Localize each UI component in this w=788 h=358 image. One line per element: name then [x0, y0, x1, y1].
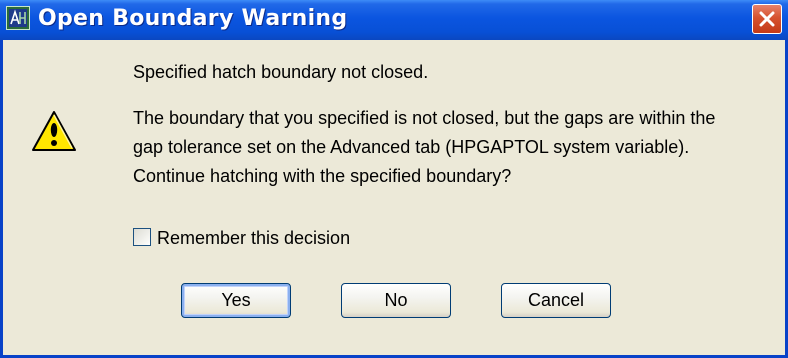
title-bar[interactable]: Open Boundary Warning	[0, 0, 788, 40]
message-heading: Specified hatch boundary not closed.	[133, 62, 429, 82]
cancel-button[interactable]: Cancel	[501, 283, 611, 318]
close-icon	[759, 11, 775, 27]
window-title: Open Boundary Warning	[38, 6, 348, 31]
dialog-window: Open Boundary Warning Specified hatch bo…	[0, 0, 788, 358]
close-button[interactable]	[752, 4, 782, 34]
remember-decision-checkbox[interactable]	[133, 228, 151, 246]
autocad-app-icon	[6, 6, 30, 30]
message-body: The boundary that you specified is not c…	[133, 108, 716, 186]
yes-button[interactable]: Yes	[181, 283, 291, 318]
warning-icon	[32, 111, 76, 151]
remember-decision-label[interactable]: Remember this decision	[157, 226, 350, 250]
no-button[interactable]: No	[341, 283, 451, 318]
